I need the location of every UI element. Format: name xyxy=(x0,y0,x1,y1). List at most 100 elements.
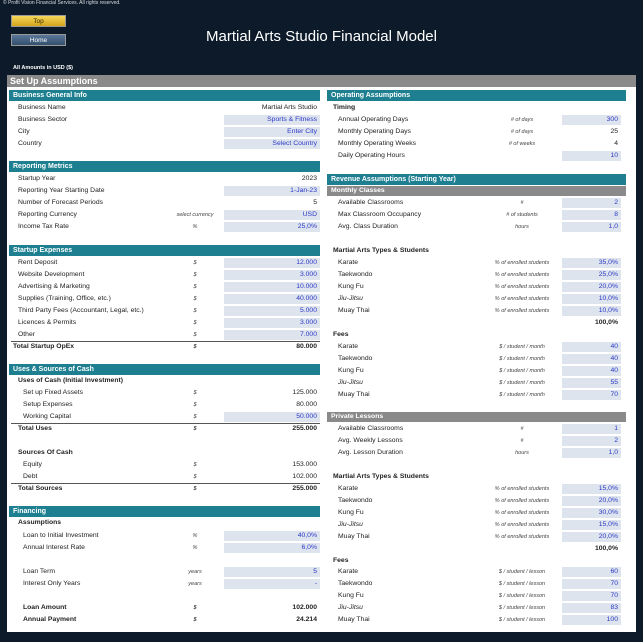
assumptions-sheet: Business General Info Business Name Mart… xyxy=(7,87,636,632)
row-label: Income Tax Rate xyxy=(18,223,69,230)
type-share-field[interactable]: 20,0% xyxy=(562,282,621,292)
type-share-field[interactable]: 15,0% xyxy=(562,484,621,494)
fee-field[interactable]: 70 xyxy=(562,591,621,601)
type-share-field[interactable]: 30,0% xyxy=(562,508,621,518)
fee-field[interactable]: 70 xyxy=(562,579,621,589)
row-label: Karate xyxy=(338,568,359,575)
monthly-field[interactable]: 2 xyxy=(562,198,621,208)
row-label: Total Startup OpEx xyxy=(13,343,75,350)
fee-field[interactable]: 100 xyxy=(562,615,621,625)
unit-label: % of enrolled students xyxy=(494,486,550,492)
expense-field[interactable]: 3.000 xyxy=(224,270,320,280)
reporting-start-field[interactable]: 1-Jan-23 xyxy=(224,186,320,196)
row-label: Business Sector xyxy=(18,116,68,123)
monthly-field[interactable]: 8 xyxy=(562,210,621,220)
type-share-field[interactable]: 25,0% xyxy=(562,270,621,280)
type-row: Jiu-Jitsu % of enrolled students 10,0% xyxy=(327,293,626,305)
operating-field[interactable]: 300 xyxy=(562,115,621,125)
type-share-field[interactable]: 15,0% xyxy=(562,520,621,530)
row-label: Karate xyxy=(338,343,359,350)
loan-ratio-field[interactable]: 40,0% xyxy=(224,531,320,541)
forecast-periods-row: Number of Forecast Periods 5 xyxy=(7,197,320,209)
business-name-field[interactable]: Martial Arts Studio xyxy=(224,103,320,113)
type-share-field[interactable]: 10,0% xyxy=(562,306,621,316)
top-button[interactable]: Top xyxy=(11,15,66,27)
fee-field[interactable]: 40 xyxy=(562,342,621,352)
copyright-text: © Profit Vision Financial Services. All … xyxy=(3,0,121,6)
type-share-field[interactable]: 10,0% xyxy=(562,294,621,304)
row-label: Avg. Lesson Duration xyxy=(338,449,403,456)
fee-field[interactable]: 40 xyxy=(562,354,621,364)
financing-header: Financing xyxy=(9,506,320,517)
section-title: Uses of Cash (Initial Investment) xyxy=(18,377,123,384)
unit-label: $ xyxy=(193,284,197,290)
source-row: Equity $ 153.000 xyxy=(7,459,320,471)
expense-field[interactable]: 7.000 xyxy=(224,330,320,340)
expense-field[interactable]: 12.000 xyxy=(224,258,320,268)
reporting-start-row: Reporting Year Starting Date 1-Jan-23 xyxy=(7,185,320,197)
unit-label: % of enrolled students xyxy=(494,522,550,528)
fee-field[interactable]: 83 xyxy=(562,603,621,613)
row-label: Karate xyxy=(338,259,359,266)
startup-year-field[interactable]: 2023 xyxy=(224,174,320,184)
private-field[interactable]: 1,0 xyxy=(562,448,621,458)
type-share-field[interactable]: 20,0% xyxy=(562,532,621,542)
fee-row: Jiu-Jitsu $ / student / lesson 83 xyxy=(327,602,626,614)
use-value: 125.000 xyxy=(292,389,317,396)
section-title: Fees xyxy=(333,331,349,338)
unit-label: $ / student / lesson xyxy=(498,581,546,587)
forecast-periods-field[interactable]: 5 xyxy=(224,198,320,208)
use-row: Setup Expenses $ 80.000 xyxy=(7,399,320,411)
use-value: 80.000 xyxy=(296,401,317,408)
fee-field[interactable]: 60 xyxy=(562,567,621,577)
monthly-row: Avg. Class Duration hours 1,0 xyxy=(327,221,626,233)
fee-field[interactable]: 70 xyxy=(562,390,621,400)
city-field[interactable]: Enter City xyxy=(224,127,320,137)
operating-row: Annual Operating Days # of days 300 xyxy=(327,114,626,126)
type-share-field[interactable]: 20,0% xyxy=(562,496,621,506)
expense-field[interactable]: 40.000 xyxy=(224,294,320,304)
type-share-field[interactable]: 35,0% xyxy=(562,258,621,268)
monthly-field[interactable]: 1,0 xyxy=(562,222,621,232)
row-label: Country xyxy=(18,140,42,147)
country-field[interactable]: Select Country xyxy=(224,139,320,149)
unit-label: $ / student / month xyxy=(499,368,545,374)
private-field[interactable]: 2 xyxy=(562,436,621,446)
working-capital-field[interactable]: 50.000 xyxy=(224,412,320,422)
unit-label: $ / student / lesson xyxy=(498,593,546,599)
currency-field[interactable]: USD xyxy=(224,210,320,220)
tax-rate-row: Income Tax Rate % 25,0% xyxy=(7,221,320,233)
fee-field[interactable]: 40 xyxy=(562,366,621,376)
unit-label: # of students xyxy=(506,212,538,218)
interest-only-field[interactable]: - xyxy=(224,579,320,589)
row-label: Equity xyxy=(23,461,42,468)
unit-label: # xyxy=(520,200,524,206)
expense-field[interactable]: 5.000 xyxy=(224,306,320,316)
use-row: Working Capital $ 50.000 xyxy=(7,411,320,423)
fee-field[interactable]: 55 xyxy=(562,378,621,388)
timing-title-row: Timing xyxy=(327,102,626,114)
row-label: Available Classrooms xyxy=(338,199,404,206)
row-label: Jiu-Jitsu xyxy=(338,521,363,528)
interest-only-row: Interest Only Years years - xyxy=(7,578,320,590)
private-field[interactable]: 1 xyxy=(562,424,621,434)
expense-field[interactable]: 10.000 xyxy=(224,282,320,292)
row-label: Taekwondo xyxy=(338,497,373,504)
expense-field[interactable]: 3.000 xyxy=(224,318,320,328)
row-label: Total Uses xyxy=(18,425,52,432)
tax-rate-field[interactable]: 25,0% xyxy=(224,222,320,232)
currency-note: All Amounts in USD ($) xyxy=(13,65,73,71)
row-label: Working Capital xyxy=(23,413,71,420)
interest-rate-field[interactable]: 6,0% xyxy=(224,543,320,553)
loan-amount-row: Loan Amount $ 102.000 xyxy=(7,602,320,614)
loan-term-field[interactable]: 5 xyxy=(224,567,320,577)
expense-row: Website Development $ 3.000 xyxy=(7,269,320,281)
total-startup-value: 80.000 xyxy=(296,343,317,350)
business-sector-field[interactable]: Sports & Fitness xyxy=(224,115,320,125)
unit-label: $ xyxy=(193,605,197,611)
row-label: Taekwondo xyxy=(338,355,373,362)
monthly-fees-title: Fees xyxy=(327,329,626,341)
page-title: Martial Arts Studio Financial Model xyxy=(206,28,437,45)
operating-field[interactable]: 10 xyxy=(562,151,621,161)
section-title: Timing xyxy=(333,104,356,111)
